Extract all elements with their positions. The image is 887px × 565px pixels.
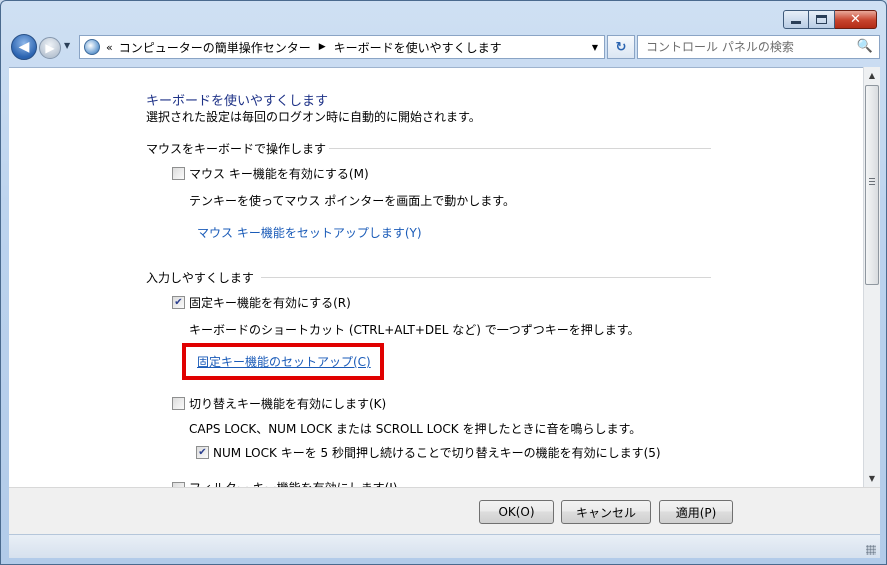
maximize-button[interactable] [809,10,835,29]
ok-button[interactable]: OK(O) [479,500,554,524]
toggle-keys-description: CAPS LOCK、NUM LOCK または SCROLL LOCK を押したと… [189,422,642,436]
recent-pages-dropdown[interactable]: ▼ [64,41,70,50]
filter-keys-label[interactable]: フィルター キー機能を有効にします(I) [189,479,397,487]
page-subtitle: 選択された設定は毎回のログオン時に自動的に開始されます。 [146,110,481,124]
scroll-up-icon[interactable]: ▲ [864,67,880,84]
mouse-keys-description: テンキーを使ってマウス ポインターを画面上で動かします。 [189,194,516,208]
apply-button[interactable]: 適用(P) [659,500,733,524]
sticky-keys-setup-link[interactable]: 固定キー機能のセットアップ(C) [197,353,371,370]
refresh-button[interactable]: ↻ [607,35,635,59]
mouse-keys-label[interactable]: マウス キー機能を有効にする(M) [189,165,369,182]
minimize-button[interactable] [783,10,809,29]
scrollbar-thumb[interactable] [865,85,879,285]
mouse-keys-checkbox[interactable] [172,167,185,180]
checkmark-icon: ✔ [198,446,207,458]
breadcrumb-ease-of-access-center[interactable]: コンピューターの簡単操作センター [119,39,311,56]
cancel-button[interactable]: キャンセル [561,500,651,524]
address-dropdown-icon[interactable]: ▼ [592,43,598,52]
sticky-keys-checkbox[interactable]: ✔ [172,296,185,309]
vertical-scrollbar[interactable]: ▲ ▼ [863,67,880,487]
arrow-right-icon: ▶ [45,41,55,55]
content-pane: キーボードを使いやすくします 選択された設定は毎回のログオン時に自動的に開始され… [9,67,863,487]
section-header-mouse: マウスをキーボードで操作します [146,142,327,156]
dialog-footer: OK(O) キャンセル 適用(P) [9,487,880,534]
breadcrumb-keyboard-settings[interactable]: キーボードを使いやすくします [334,39,502,56]
checkmark-icon: ✔ [174,296,183,308]
search-icon[interactable]: 🔍 [857,39,873,54]
address-bar[interactable]: « コンピューターの簡単操作センター ▶ キーボードを使いやすくします ▼ [79,35,605,59]
close-button[interactable]: ✕ [835,10,877,29]
section-header-typing: 入力しやすくします [146,271,254,285]
refresh-icon: ↻ [615,39,627,55]
breadcrumb-separator-icon[interactable]: ▶ [319,42,326,52]
status-bar [9,534,880,558]
search-input[interactable] [638,36,848,58]
resize-grip-icon[interactable] [866,545,876,555]
address-overflow-chevron[interactable]: « [106,41,113,54]
back-button[interactable]: ◀ [11,34,37,60]
toggle-keys-label[interactable]: 切り替えキー機能を有効にします(K) [189,395,386,412]
mouse-keys-setup-link[interactable]: マウス キー機能をセットアップします(Y) [197,224,422,241]
caption-buttons: ✕ [783,10,877,29]
arrow-left-icon: ◀ [18,39,30,55]
grip-icon [869,178,875,187]
forward-button[interactable]: ▶ [39,37,61,59]
sticky-keys-description: キーボードのショートカット (CTRL+ALT+DEL など) で一つずつキーを… [189,323,640,337]
toggle-keys-checkbox[interactable] [172,397,185,410]
numlock-toggle-label[interactable]: NUM LOCK キーを 5 秒間押し続けることで切り替えキーの機能を有効にしま… [213,444,661,461]
close-icon: ✕ [850,12,861,27]
section-divider [261,277,711,278]
maximize-icon [816,15,827,24]
control-panel-window: ✕ ◀ ▶ ▼ « コンピューターの簡単操作センター ▶ キーボードを使いやすく… [0,0,887,565]
scroll-down-icon[interactable]: ▼ [864,470,880,487]
sticky-keys-label[interactable]: 固定キー機能を有効にする(R) [189,294,351,311]
section-divider [329,148,711,149]
search-box[interactable]: 🔍 [637,35,880,59]
control-panel-icon [84,39,100,55]
minimize-icon [791,21,801,24]
numlock-toggle-checkbox[interactable]: ✔ [196,446,209,459]
navigation-bar: ◀ ▶ ▼ « コンピューターの簡単操作センター ▶ キーボードを使いやすくしま… [9,32,880,62]
page-title: キーボードを使いやすくします [146,94,329,109]
